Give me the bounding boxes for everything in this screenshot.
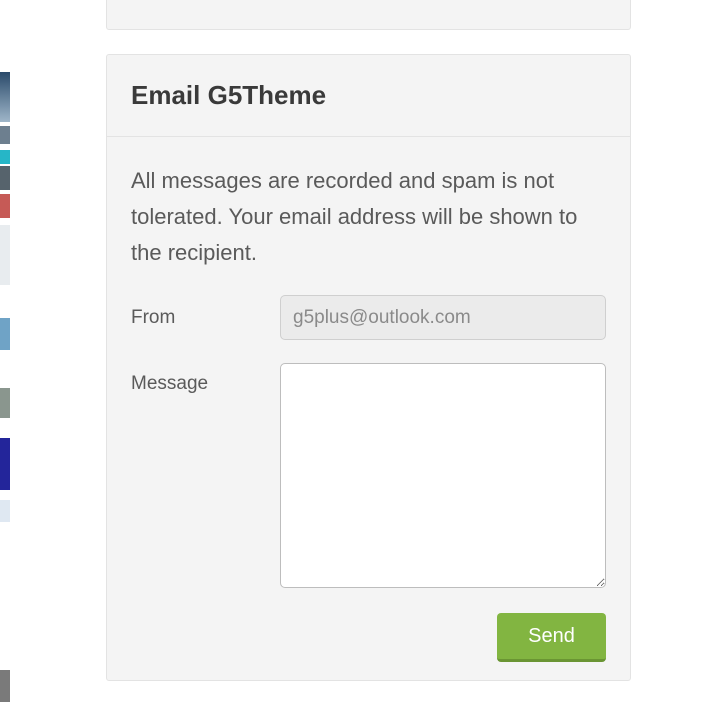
thumbnail-image [0,670,10,702]
from-field[interactable] [280,295,606,340]
thumbnail-image [0,194,10,218]
background-thumbnail-strip [0,0,12,702]
thumbnail-image [0,225,10,285]
from-label: From [131,307,176,328]
thumbnail-image [0,166,10,190]
message-row: Message [131,363,606,588]
send-button[interactable]: Send [497,613,606,662]
thumbnail-image [0,126,10,144]
previous-panel [106,0,631,30]
thumbnail-image [0,388,10,418]
card-title: Email G5Theme [131,80,327,110]
from-row: From [131,295,606,340]
card-body: All messages are recorded and spam is no… [107,137,630,662]
thumbnail-image [0,438,10,490]
spam-notice: All messages are recorded and spam is no… [131,168,578,265]
thumbnail-image [0,72,10,122]
card-header: Email G5Theme [107,55,630,137]
message-label: Message [131,373,209,394]
thumbnail-image [0,500,10,522]
actions-row: Send [131,613,606,662]
message-textarea[interactable] [280,363,606,588]
email-form-card: Email G5Theme All messages are recorded … [106,54,631,681]
thumbnail-image [0,150,10,164]
thumbnail-image [0,318,10,350]
